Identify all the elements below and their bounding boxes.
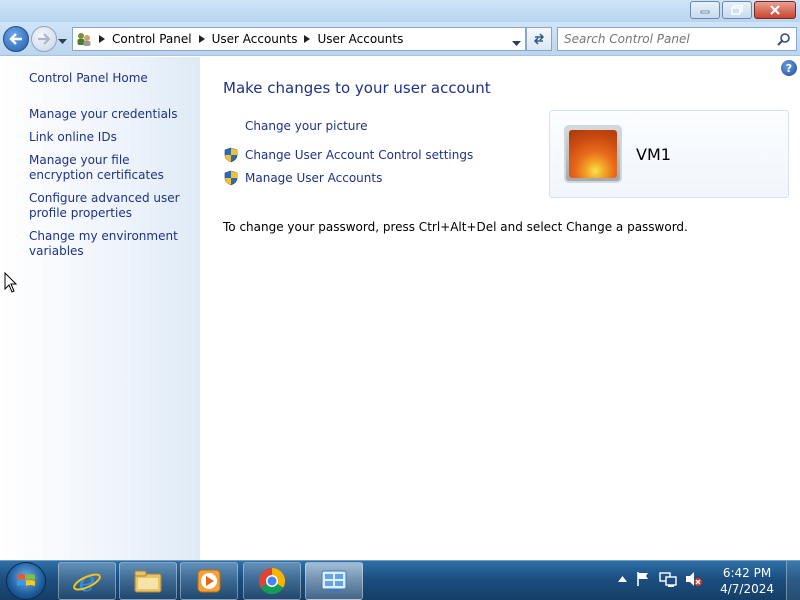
refresh-button[interactable] xyxy=(526,27,552,51)
password-instructions: To change your password, press Ctrl+Alt+… xyxy=(223,220,688,234)
chrome-icon xyxy=(258,567,286,595)
taskbar-app-media-player[interactable] xyxy=(180,562,238,600)
taskbar: e 6:42 PM 4/7/2024 xyxy=(0,560,800,600)
chevron-right-icon[interactable] xyxy=(300,35,314,43)
file-explorer-icon xyxy=(134,570,162,593)
breadcrumb-user-accounts-current[interactable]: User Accounts xyxy=(314,32,406,46)
task-uac-settings: Change User Account Control settings xyxy=(223,147,473,163)
show-desktop-button[interactable] xyxy=(786,561,800,600)
restore-icon xyxy=(731,5,743,15)
sidebar-item-link-online-ids[interactable]: Link online IDs xyxy=(29,130,197,145)
taskbar-app-file-explorer[interactable] xyxy=(119,562,177,600)
system-tray xyxy=(618,571,703,587)
sidebar-item-advanced-profile-properties[interactable]: Configure advanced user profile properti… xyxy=(29,191,197,221)
control-panel-icon xyxy=(321,570,347,592)
flower-icon xyxy=(569,130,617,178)
manage-accounts-link[interactable]: Manage User Accounts xyxy=(245,171,382,185)
clock-date: 4/7/2024 xyxy=(720,582,774,596)
action-center-flag-icon[interactable] xyxy=(635,571,651,587)
taskbar-app-control-panel[interactable] xyxy=(305,562,363,600)
uac-settings-link[interactable]: Change User Account Control settings xyxy=(245,148,473,162)
volume-muted-icon[interactable] xyxy=(685,571,703,587)
search-icon[interactable] xyxy=(777,32,791,49)
window-titlebar[interactable] xyxy=(0,0,800,22)
shield-icon xyxy=(224,170,238,186)
task-change-picture: Change your picture xyxy=(223,118,367,134)
shield-icon xyxy=(224,147,238,163)
search-input[interactable] xyxy=(558,29,768,49)
chevron-right-icon[interactable] xyxy=(195,35,209,43)
user-tile: VM1 xyxy=(549,110,789,198)
help-icon[interactable]: ? xyxy=(781,60,797,76)
user-accounts-icon xyxy=(73,28,95,50)
close-button[interactable] xyxy=(754,1,796,19)
chevron-down-icon xyxy=(512,41,521,46)
sidebar-item-environment-variables[interactable]: Change my environment variables xyxy=(29,229,197,259)
system-clock[interactable]: 6:42 PM 4/7/2024 xyxy=(720,565,774,597)
sidebar-item-manage-credentials[interactable]: Manage your credentials xyxy=(29,107,197,122)
search-box[interactable] xyxy=(557,27,797,51)
forward-arrow-icon xyxy=(38,33,51,45)
breadcrumb-user-accounts[interactable]: User Accounts xyxy=(209,32,301,46)
page-title: Make changes to your user account xyxy=(223,79,491,97)
network-icon[interactable] xyxy=(659,571,677,587)
taskbar-app-chrome[interactable] xyxy=(243,562,301,600)
navigation-bar: Control Panel User Accounts User Account… xyxy=(0,22,800,56)
chevron-right-icon[interactable] xyxy=(95,35,109,43)
start-button[interactable] xyxy=(6,562,46,600)
svg-text:e: e xyxy=(79,566,96,596)
recent-pages-dropdown[interactable] xyxy=(58,34,67,48)
taskbar-app-internet-explorer[interactable]: e xyxy=(58,562,116,600)
refresh-icon xyxy=(533,33,545,45)
close-icon xyxy=(770,5,780,15)
windows-logo-icon xyxy=(17,574,35,586)
media-player-icon xyxy=(197,569,221,593)
back-button[interactable] xyxy=(3,26,29,52)
address-dropdown-button[interactable] xyxy=(512,36,521,50)
avatar[interactable] xyxy=(564,125,622,183)
user-name: VM1 xyxy=(636,145,671,164)
chevron-down-icon xyxy=(58,39,67,44)
main-content: ? Make changes to your user account Chan… xyxy=(200,57,800,560)
control-panel-home-link[interactable]: Control Panel Home xyxy=(29,71,197,86)
breadcrumb-control-panel[interactable]: Control Panel xyxy=(109,32,195,46)
window-controls xyxy=(690,1,796,19)
clock-time: 6:42 PM xyxy=(722,566,772,580)
forward-button[interactable] xyxy=(31,26,57,52)
task-manage-accounts: Manage User Accounts xyxy=(223,170,382,186)
chevron-up-icon[interactable] xyxy=(618,575,627,583)
maximize-button[interactable] xyxy=(722,1,752,19)
internet-explorer-icon: e xyxy=(73,566,101,596)
back-arrow-icon xyxy=(9,33,22,45)
address-bar[interactable]: Control Panel User Accounts User Account… xyxy=(72,27,526,51)
sidebar-item-file-encryption-certificates[interactable]: Manage your file encryption certificates xyxy=(29,153,197,183)
mouse-cursor-icon xyxy=(4,272,18,293)
minimize-button[interactable] xyxy=(690,1,720,19)
change-picture-link[interactable]: Change your picture xyxy=(245,119,367,133)
minimize-icon xyxy=(700,10,710,14)
left-navigation-pane: Control Panel Home Manage your credentia… xyxy=(0,57,200,560)
